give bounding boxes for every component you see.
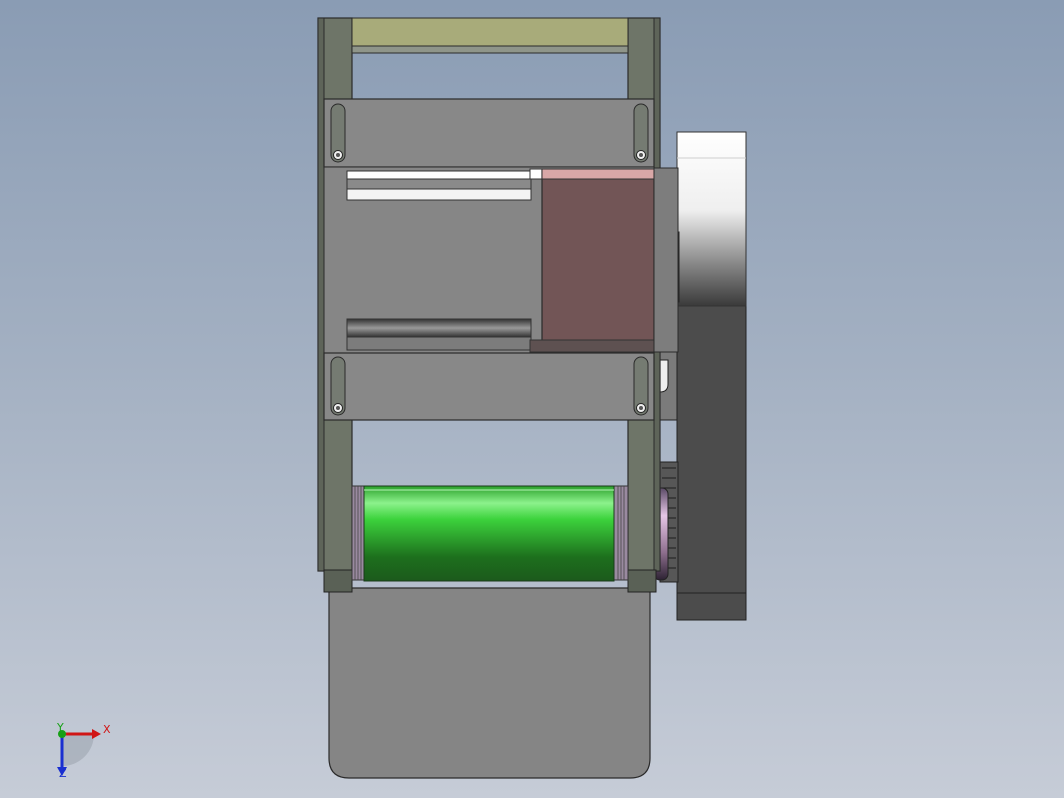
motor-top-cap (541, 168, 655, 180)
lower-mounting-plate (323, 352, 655, 421)
triad-z-label: Z (59, 767, 67, 780)
cad-viewport[interactable]: X Y Z (0, 0, 1064, 798)
model-canvas[interactable]: X Y Z (0, 0, 1064, 798)
triad-y-label: Y (56, 721, 64, 734)
motor-flange (653, 167, 679, 353)
motor-body (541, 169, 655, 353)
top-belt (351, 17, 629, 47)
upper-mounting-plate (323, 98, 655, 168)
linear-rail-bottom (346, 318, 532, 338)
green-roller (363, 485, 615, 582)
bottom-tray (328, 587, 651, 779)
right-frame-foot (627, 569, 657, 593)
triad-x-label: X (103, 723, 111, 736)
pulley-housing (676, 305, 747, 621)
left-frame-foot (323, 569, 353, 593)
linear-rail-top (346, 170, 532, 180)
